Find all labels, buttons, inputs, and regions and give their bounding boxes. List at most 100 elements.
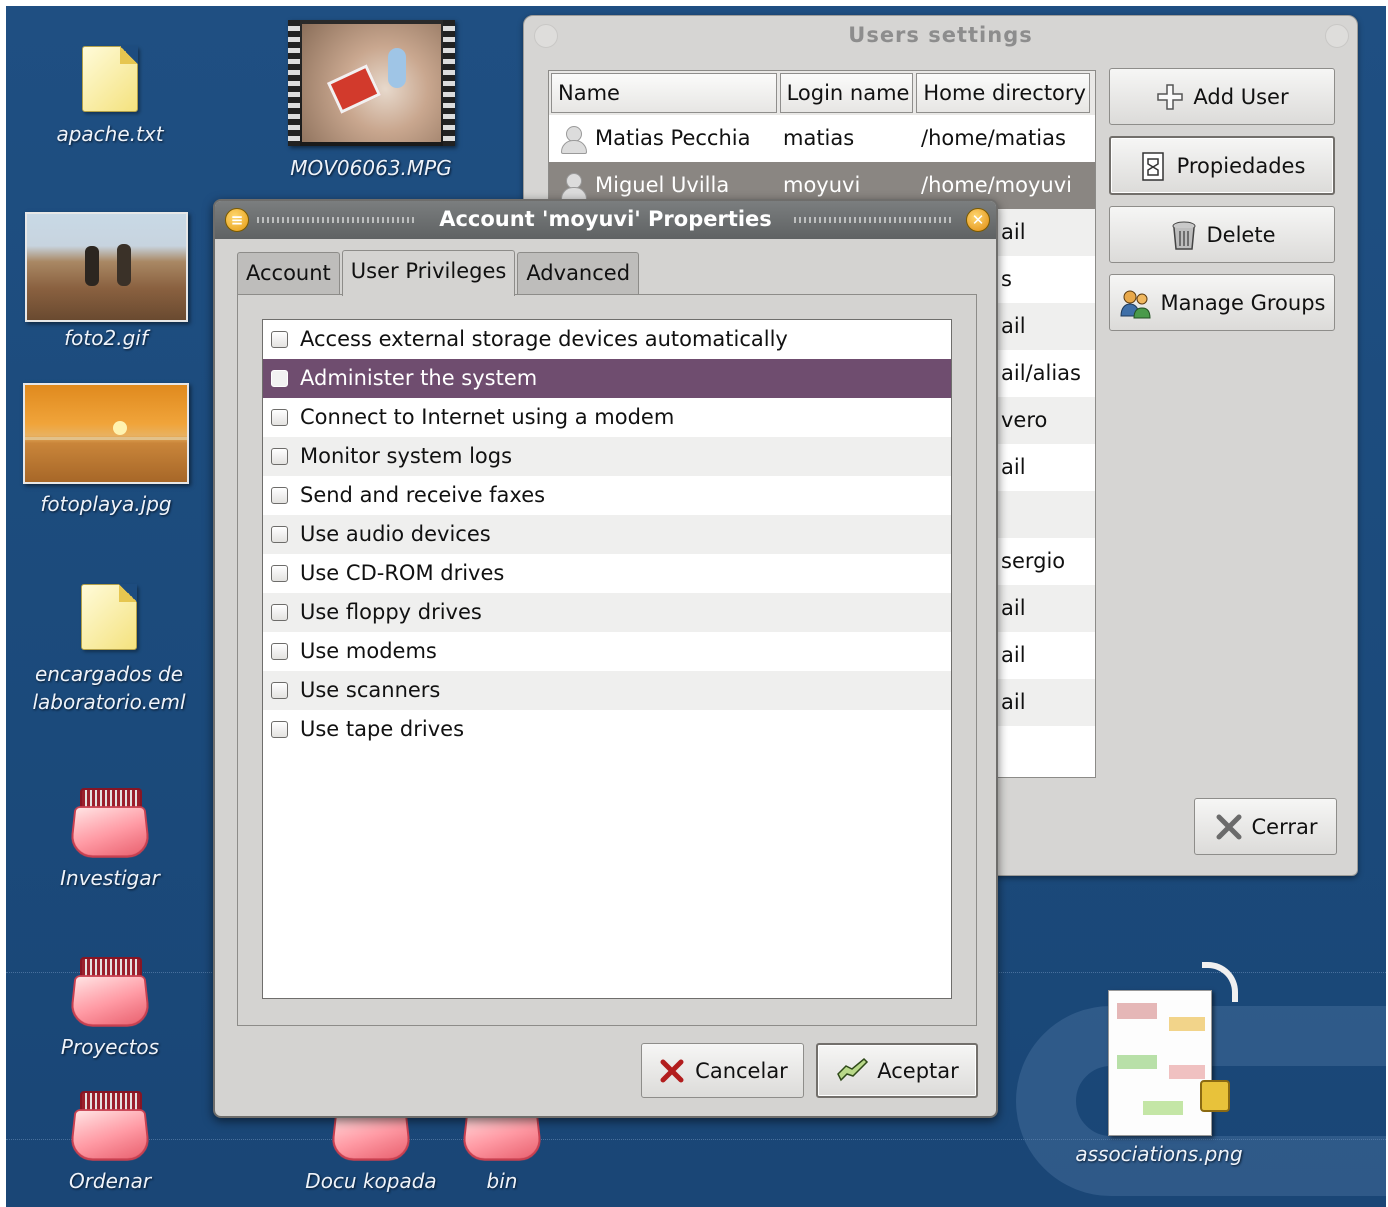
privilege-row[interactable]: Send and receive faxes [263,476,951,515]
desktop-icon-ordenar[interactable]: Ordenar [40,1091,180,1195]
video-frame [301,24,441,142]
privilege-checkbox[interactable] [271,682,288,699]
privilege-label: Use CD-ROM drives [300,561,505,585]
film-strip [287,20,300,146]
image-thumbnail [23,383,189,484]
table-header: Name Login name Home directory [549,71,1095,115]
accept-icon [835,1056,869,1086]
privilege-row[interactable]: Access external storage devices automati… [263,320,951,359]
close-icon[interactable] [1325,24,1349,48]
privilege-checkbox[interactable] [271,370,288,387]
table-row[interactable]: Matias Pecchia matias /home/matias [549,115,1095,162]
user-name: Miguel Uvilla [595,173,730,197]
desktop-icon-foto2[interactable]: foto2.gif [21,212,191,352]
titlebar-grip [794,217,954,223]
privilege-row[interactable]: Use tape drives [263,710,951,749]
privilege-row[interactable]: Use scanners [263,671,951,710]
ok-button[interactable]: Aceptar [816,1043,978,1098]
column-header-login[interactable]: Login name [779,73,914,113]
privilege-label: Connect to Internet using a modem [300,405,675,429]
properties-label: Propiedades [1176,153,1306,178]
manage-groups-button[interactable]: Manage Groups [1109,274,1335,331]
desktop-icon-proyectos[interactable]: Proyectos [40,957,180,1061]
add-user-label: Add User [1193,84,1289,109]
desktop-icon-encargados[interactable]: encargados de laboratorio.eml [14,584,204,716]
tab-account[interactable]: Account [237,252,340,295]
privilege-label: Use tape drives [300,717,465,741]
privilege-row[interactable]: Use CD-ROM drives [263,554,951,593]
icon-label: associations.png [1075,1142,1243,1166]
privilege-checkbox[interactable] [271,448,288,465]
privilege-checkbox[interactable] [271,487,288,504]
privilege-row[interactable]: Use modems [263,632,951,671]
film-strip [442,20,455,146]
properties-button[interactable]: Propiedades [1109,136,1335,195]
image-thumbnail [24,212,188,322]
folder-icon [68,1091,152,1161]
desktop-icon-investigar[interactable]: Investigar [40,788,180,892]
privilege-label: Monitor system logs [300,444,513,468]
privilege-label: Send and receive faxes [300,483,546,507]
user-privileges-panel: Access external storage devices automati… [237,294,977,1026]
add-icon [1155,82,1185,112]
user-icon [559,171,587,201]
privilege-checkbox[interactable] [271,565,288,582]
user-login: matias [783,126,855,150]
dialog-title: Account 'moyuvi' Properties [439,207,772,231]
cancel-label: Cancelar [695,1058,788,1083]
privilege-checkbox[interactable] [271,409,288,426]
privileges-list[interactable]: Access external storage devices automati… [262,319,952,999]
privilege-row-selected[interactable]: Administer the system [263,359,951,398]
privilege-row[interactable]: Use audio devices [263,515,951,554]
close-icon[interactable]: ✕ [966,208,990,232]
properties-icon [1139,151,1169,181]
privilege-label: Use modems [300,639,437,663]
titlebar[interactable]: Users settings [524,16,1357,56]
privilege-checkbox[interactable] [271,643,288,660]
icon-label: MOV06063.MPG [290,156,452,180]
desktop-icon-fotoplaya[interactable]: fotoplaya.jpg [20,383,192,518]
column-header-name[interactable]: Name [551,73,777,113]
trash-icon [1169,220,1199,250]
delete-button[interactable]: Delete [1109,206,1335,263]
icon-label: apache.txt [56,122,164,146]
icon-label: Proyectos [60,1035,160,1059]
titlebar-grip [257,217,417,223]
privilege-checkbox[interactable] [271,721,288,738]
folder-icon [68,788,152,858]
privilege-label: Use floppy drives [300,600,482,624]
tab-user-privileges[interactable]: User Privileges [341,250,516,296]
group-icon [1119,288,1153,318]
privilege-row[interactable]: Monitor system logs [263,437,951,476]
link-arrow-icon [1202,962,1238,1002]
delete-label: Delete [1206,222,1276,247]
close-button[interactable]: Cerrar [1194,798,1337,855]
icon-label: fotoplaya.jpg [40,492,172,516]
lock-icon [1200,1080,1230,1112]
privilege-checkbox[interactable] [271,526,288,543]
add-user-button[interactable]: Add User [1109,68,1335,125]
desktop-icon-apache-txt[interactable]: apache.txt [50,46,170,148]
tab-bar: Account User Privileges Advanced [237,250,641,296]
privilege-row[interactable]: Use floppy drives [263,593,951,632]
account-properties-dialog: ≡ Account 'moyuvi' Properties ✕ Account … [213,199,998,1118]
icon-label: Docu kopada [305,1169,437,1193]
window-menu-icon[interactable]: ≡ [225,208,249,232]
text-file-icon [82,46,138,112]
titlebar[interactable]: ≡ Account 'moyuvi' Properties ✕ [215,201,996,239]
desktop-icon-associations[interactable]: associations.png [1070,962,1248,1168]
desktop-icon-mov06063[interactable]: MOV06063.MPG [276,20,466,182]
tab-advanced[interactable]: Advanced [517,252,640,295]
privilege-checkbox[interactable] [271,604,288,621]
window-menu-icon[interactable] [534,24,558,48]
text-file-icon [81,584,137,650]
privilege-row[interactable]: Connect to Internet using a modem [263,398,951,437]
ok-label: Aceptar [877,1058,959,1083]
column-header-home[interactable]: Home directory [916,73,1090,113]
icon-label: Ordenar [68,1169,152,1193]
privilege-checkbox[interactable] [271,331,288,348]
video-thumbnail [287,20,455,146]
icon-label: foto2.gif [64,326,148,350]
image-thumbnail [1104,962,1238,1138]
cancel-button[interactable]: Cancelar [641,1043,804,1098]
